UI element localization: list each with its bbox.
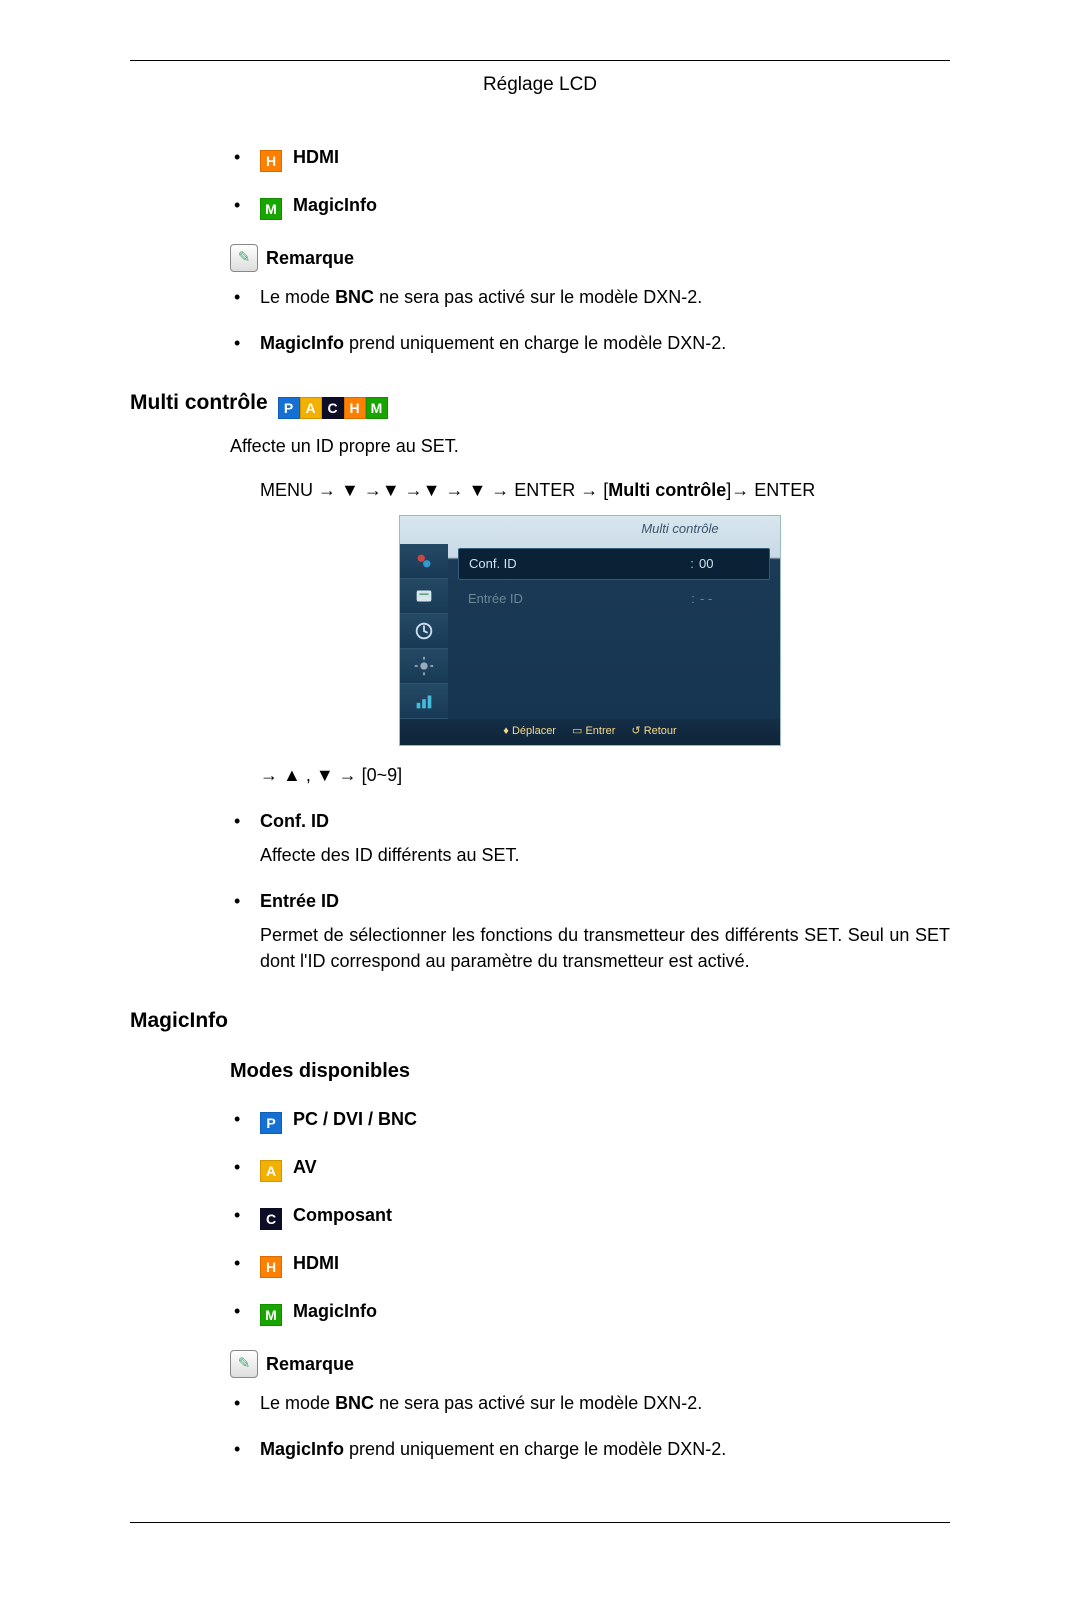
a-icon: A [260, 1160, 282, 1182]
remark-text-post: ne sera pas activé sur le modèle DXN-2. [374, 1393, 702, 1413]
remark-text-pre: Le mode [260, 1393, 335, 1413]
c-icon: C [260, 1208, 282, 1230]
remark-title: Remarque [266, 245, 354, 271]
mode-item-pc: P PC / DVI / BNC [230, 1106, 950, 1134]
mode-item-hdmi: H HDMI [230, 144, 950, 172]
note-icon: ✎ [230, 244, 258, 272]
mode-list-top: H HDMI M MagicInfo [230, 144, 950, 220]
def-conf-id: Conf. ID Affecte des ID différents au SE… [230, 808, 950, 868]
remark-heading: ✎ Remarque [230, 244, 950, 272]
osd-foot-label: Déplacer [512, 725, 556, 737]
osd-row-entree-id: Entrée ID : - - [458, 584, 770, 614]
mode-item-magicinfo: M MagicInfo [230, 192, 950, 220]
mode-label: PC / DVI / BNC [293, 1109, 417, 1129]
def-desc: Permet de sélectionner les fonctions du … [260, 922, 950, 974]
p-icon: P [260, 1112, 282, 1134]
remark-text-bold: MagicInfo [260, 333, 344, 353]
nav-post: ]→ ENTER [726, 480, 815, 500]
rule-bottom [130, 1522, 950, 1523]
osd-row-label: Conf. ID [459, 555, 685, 574]
osd-tab-icon [400, 614, 448, 649]
menu-path: MENU → ▼ →▼ →▼ → ▼ → ENTER → [Multi cont… [230, 477, 950, 503]
osd-row-value: - - [700, 590, 770, 609]
osd-tab-icon [400, 544, 448, 579]
osd-tab-icon [400, 649, 448, 684]
osd-title: Multi contrôle [400, 516, 780, 544]
osd-sep: : [686, 590, 700, 609]
osd-sidebar [400, 544, 448, 719]
remark-heading: ✎ Remarque [230, 1350, 950, 1378]
nav-pre: MENU → ▼ →▼ →▼ → ▼ → ENTER → [ [260, 480, 608, 500]
osd-tab-icon [400, 684, 448, 719]
osd-row-value: 00 [699, 555, 769, 574]
remark-text-post: ne sera pas activé sur le modèle DXN-2. [374, 287, 702, 307]
heading-mode-icons: PACHM [278, 397, 388, 419]
osd-row-conf-id: Conf. ID : 00 [458, 548, 770, 580]
remark-text-bold: BNC [335, 1393, 374, 1413]
remark-text-bold: MagicInfo [260, 1439, 344, 1459]
mode-label: MagicInfo [293, 1301, 377, 1321]
multi-intro: Affecte un ID propre au SET. [230, 433, 950, 459]
remark-item: MagicInfo prend uniquement en charge le … [230, 1436, 950, 1462]
remark-text-pre: Le mode [260, 287, 335, 307]
osd-main: Conf. ID : 00 Entrée ID : - - [448, 544, 780, 719]
remark-text-bold: BNC [335, 287, 374, 307]
h-icon: H [344, 397, 366, 419]
page-title: Réglage LCD [130, 71, 950, 99]
osd-foot-move: ♦ Déplacer [503, 724, 556, 740]
mode-list-magicinfo: P PC / DVI / BNC A AV C Composant H HDMI… [230, 1106, 950, 1326]
m-icon: M [260, 1304, 282, 1326]
osd-foot-enter: ▭ Entrer [572, 724, 615, 740]
osd-row-label: Entrée ID [458, 590, 686, 609]
osd-figure: Multi contrôle Conf. ID : 00 [230, 515, 950, 746]
note-icon: ✎ [230, 1350, 258, 1378]
osd-foot-label: Retour [644, 725, 677, 737]
remark-text-post: prend uniquement en charge le modèle DXN… [344, 1439, 726, 1459]
osd-foot-return: ↺ Retour [631, 724, 676, 740]
arrows-range: → ▲ , ▼ → [0~9] [230, 762, 950, 788]
mode-label: Composant [293, 1205, 392, 1225]
mode-label: HDMI [293, 1253, 339, 1273]
rule-top [130, 60, 950, 61]
p-icon: P [278, 397, 300, 419]
heading-text: Multi contrôle [130, 391, 268, 414]
osd-footer: ♦ Déplacer ▭ Entrer ↺ Retour [400, 719, 780, 745]
content-area: H HDMI M MagicInfo ✎ Remarque Le mode BN… [130, 144, 950, 1463]
remark-item: Le mode BNC ne sera pas activé sur le mo… [230, 284, 950, 310]
remark-item: MagicInfo prend uniquement en charge le … [230, 330, 950, 356]
mode-label: HDMI [293, 147, 339, 167]
mode-item-hdmi: H HDMI [230, 1250, 950, 1278]
mode-item-av: A AV [230, 1154, 950, 1182]
heading-magicinfo: MagicInfo [130, 1006, 950, 1036]
remark-item: Le mode BNC ne sera pas activé sur le mo… [230, 1390, 950, 1416]
page: Réglage LCD H HDMI M MagicInfo ✎ Remarqu… [0, 0, 1080, 1603]
mode-item-magicinfo: M MagicInfo [230, 1298, 950, 1326]
osd-panel: Multi contrôle Conf. ID : 00 [399, 515, 781, 746]
multi-defs: Conf. ID Affecte des ID différents au SE… [230, 808, 950, 974]
osd-tab-icon [400, 579, 448, 614]
remark-text-post: prend uniquement en charge le modèle DXN… [344, 333, 726, 353]
m-icon: M [366, 397, 388, 419]
h-icon: H [260, 150, 282, 172]
remark-list-1: Le mode BNC ne sera pas activé sur le mo… [230, 284, 950, 356]
mode-label: AV [293, 1157, 317, 1177]
c-icon: C [322, 397, 344, 419]
def-label: Entrée ID [260, 891, 339, 911]
def-desc: Affecte des ID différents au SET. [260, 842, 950, 868]
mode-item-composant: C Composant [230, 1202, 950, 1230]
remark-title: Remarque [266, 1351, 354, 1377]
def-entree-id: Entrée ID Permet de sélectionner les fon… [230, 888, 950, 974]
m-icon: M [260, 198, 282, 220]
heading-multi-controle: Multi contrôle PACHM [130, 388, 950, 419]
osd-foot-label: Entrer [585, 725, 615, 737]
mode-label: MagicInfo [293, 195, 377, 215]
subheading-modes: Modes disponibles [230, 1057, 950, 1086]
a-icon: A [300, 397, 322, 419]
def-label: Conf. ID [260, 811, 329, 831]
osd-body: Conf. ID : 00 Entrée ID : - - [400, 544, 780, 719]
h-icon: H [260, 1256, 282, 1278]
nav-label: Multi contrôle [608, 480, 726, 500]
remark-list-2: Le mode BNC ne sera pas activé sur le mo… [230, 1390, 950, 1462]
osd-sep: : [685, 555, 699, 574]
